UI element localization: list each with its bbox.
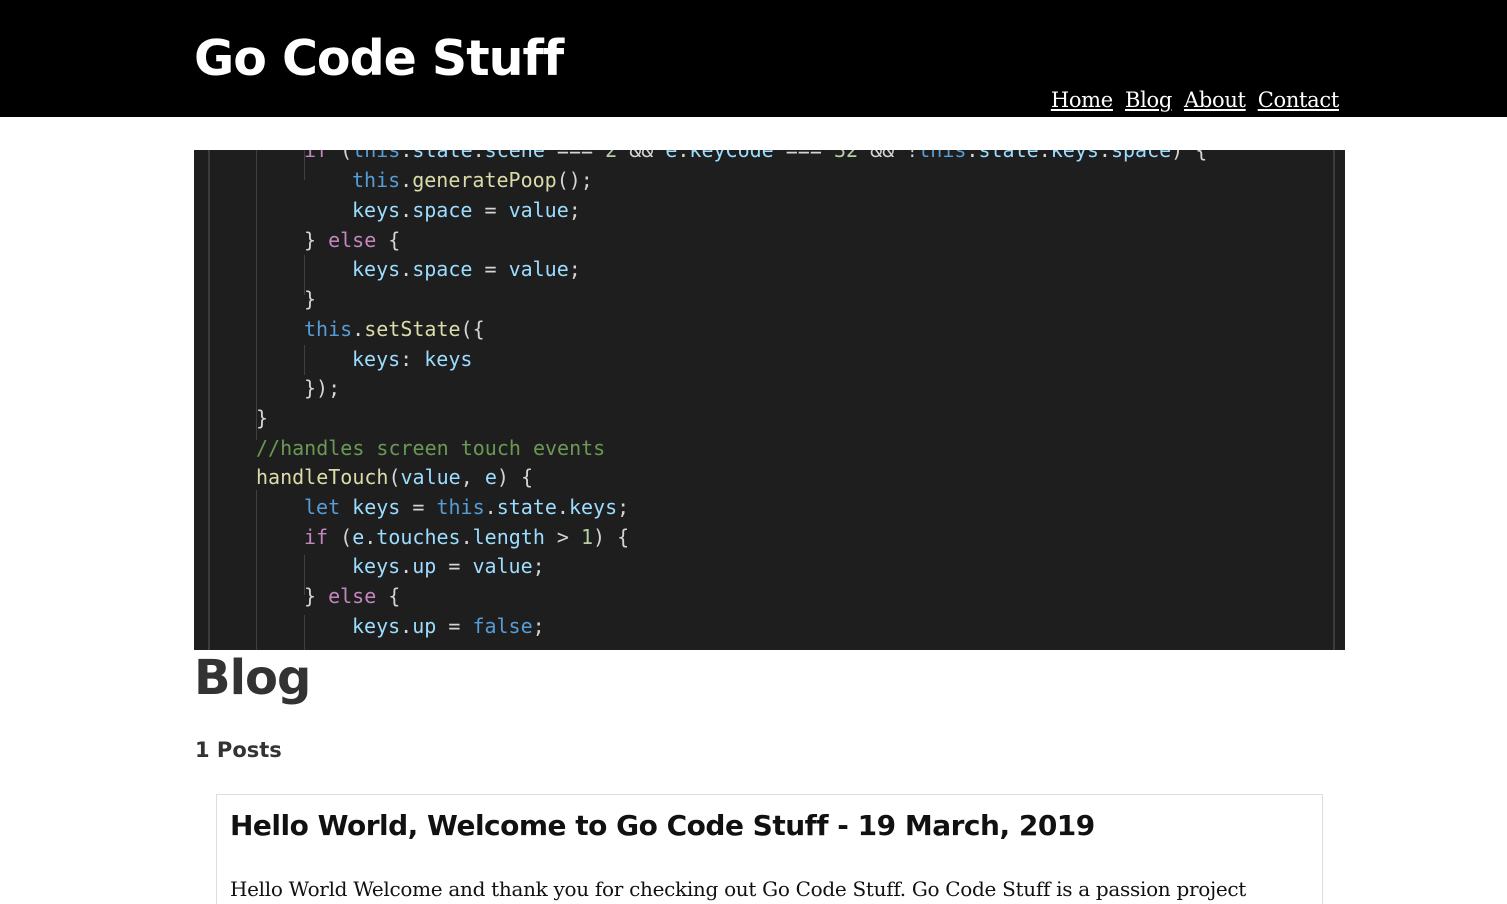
code-line: } else { bbox=[304, 228, 401, 252]
editor-gutter bbox=[208, 150, 210, 650]
code-line: keys: keys bbox=[352, 347, 473, 371]
code-line: handleTouch(value, e) { bbox=[256, 465, 533, 489]
main-nav: Home Blog About Contact bbox=[1051, 88, 1339, 112]
code-line: keys.up = false; bbox=[352, 614, 545, 638]
hero-code-image: if (this.state.scene === 2 && e.keyCode … bbox=[194, 150, 1345, 650]
code-line: keys.up = value; bbox=[352, 554, 545, 578]
indent-guide bbox=[304, 615, 305, 650]
editor-scroll-edge bbox=[1333, 150, 1335, 650]
nav-link-home[interactable]: Home bbox=[1051, 88, 1113, 112]
code-line: if (e.touches.length > 1) { bbox=[304, 525, 630, 549]
code-comment: //handles screen touch events bbox=[256, 436, 606, 460]
site-title[interactable]: Go Code Stuff bbox=[194, 30, 564, 87]
nav-link-about[interactable]: About bbox=[1184, 88, 1246, 112]
indent-guide bbox=[256, 150, 257, 440]
post-count: 1 Posts bbox=[195, 738, 282, 762]
code-line: } bbox=[304, 287, 317, 311]
code-line: keys.space = value; bbox=[352, 257, 581, 281]
post-title-link[interactable]: Hello World, Welcome to Go Code Stuff - … bbox=[230, 809, 1095, 842]
nav-link-blog[interactable]: Blog bbox=[1125, 88, 1172, 112]
code-line: this.generatePoop(); bbox=[352, 168, 593, 192]
post-card[interactable]: Hello World, Welcome to Go Code Stuff - … bbox=[216, 794, 1323, 904]
code-line: }); bbox=[304, 376, 341, 400]
indent-guide bbox=[256, 490, 257, 650]
nav-link-contact[interactable]: Contact bbox=[1258, 88, 1340, 112]
code-line: } bbox=[256, 406, 269, 430]
code-line: keys.space = value; bbox=[352, 198, 581, 222]
page-title: Blog bbox=[194, 650, 311, 706]
code-line: let keys = this.state.keys; bbox=[304, 495, 630, 519]
code-line: if (this.state.scene === 2 && e.keyCode … bbox=[304, 150, 1208, 162]
post-excerpt: Hello World Welcome and thank you for ch… bbox=[230, 877, 1247, 901]
code-line: } else { bbox=[304, 584, 401, 608]
code-line: this.setState({ bbox=[304, 317, 485, 341]
indent-guide bbox=[304, 345, 305, 375]
site-header: Go Code Stuff Home Blog About Contact bbox=[0, 0, 1507, 117]
